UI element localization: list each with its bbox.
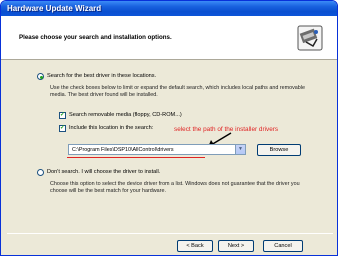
dont-search-radio[interactable] (37, 169, 44, 176)
next-button[interactable]: Next > (218, 240, 254, 252)
annotation-underline (67, 157, 205, 158)
title-bar: Hardware Update Wizard (1, 1, 337, 16)
footer-divider (7, 233, 333, 234)
search-removable-label: Search removable media (floppy, CD-ROM..… (69, 112, 182, 118)
back-button[interactable]: < Back (177, 240, 213, 252)
hardware-update-wizard-window: Hardware Update Wizard Please choose you… (0, 0, 338, 256)
hardware-wizard-icon (297, 25, 323, 51)
search-best-driver-radio[interactable] (37, 73, 44, 80)
include-location-label: Include this location in the search: (69, 125, 154, 131)
chevron-down-icon[interactable]: ▼ (235, 145, 245, 154)
search-description: Use the check boxes below to limit or ex… (50, 85, 305, 98)
include-location-checkbox[interactable]: ✓ (59, 125, 66, 132)
driver-path-combobox[interactable]: C:\Program Files\DSP10\AllControl\driver… (68, 144, 246, 155)
header-title: Please choose your search and installati… (19, 34, 172, 41)
search-best-driver-label: Search for the best driver in these loca… (47, 73, 157, 79)
search-removable-checkbox[interactable]: ✓ (59, 112, 66, 119)
cancel-button[interactable]: Cancel (263, 240, 303, 252)
window-title: Hardware Update Wizard (7, 4, 102, 13)
dont-search-description: Choose this option to select the device … (50, 181, 300, 194)
wizard-header: Please choose your search and installati… (1, 16, 337, 60)
browse-button[interactable]: Browse (257, 144, 301, 156)
driver-path-value: C:\Program Files\DSP10\AllControl\driver… (72, 147, 174, 153)
dont-search-label: Don't search. I will choose the driver t… (47, 169, 161, 175)
